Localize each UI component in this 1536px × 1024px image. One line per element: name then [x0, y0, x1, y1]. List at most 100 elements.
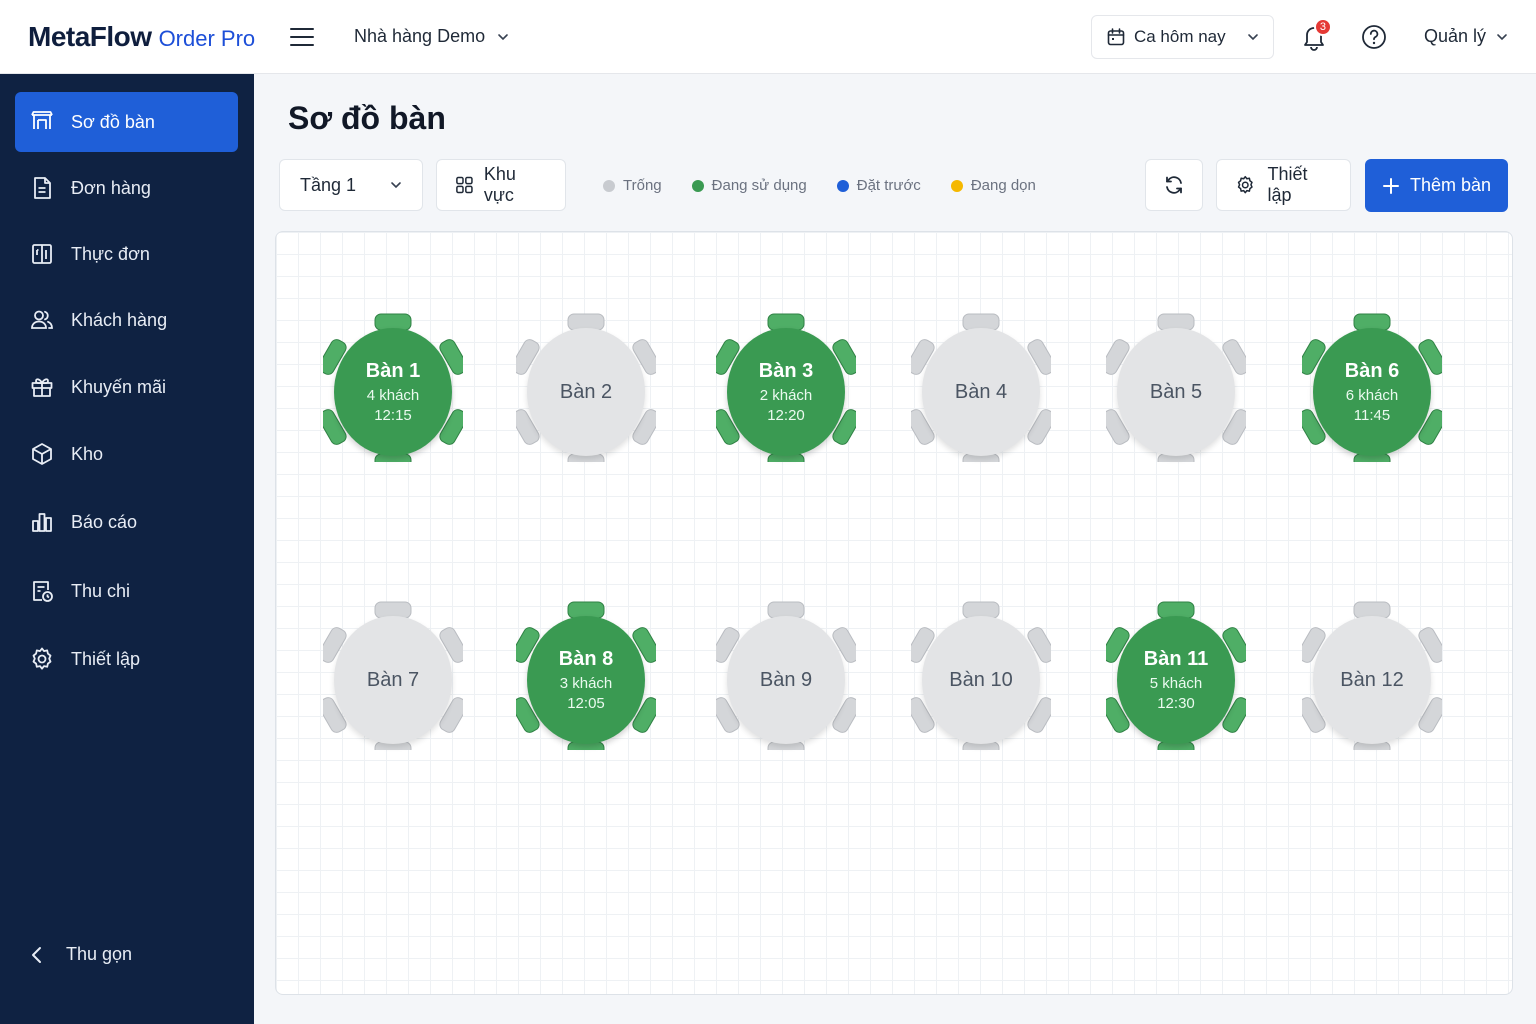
table-10[interactable]: Bàn 10 — [911, 600, 1051, 750]
sidebar-item-label: Kho — [71, 443, 104, 464]
table-9[interactable]: Bàn 9 — [716, 600, 856, 750]
table-name: Bàn 8 — [558, 648, 614, 670]
table-11[interactable]: Bàn 11 5 khách 12:30 — [1106, 600, 1246, 750]
sidebar-item-settings[interactable]: Thiết lập — [15, 629, 238, 689]
table-guests: 4 khách — [366, 387, 420, 404]
table-name: Bàn 4 — [954, 380, 1008, 403]
floor-label: Tầng 1 — [300, 174, 357, 195]
sidebar-item-inventory[interactable]: Kho — [15, 424, 238, 484]
legend-item-cleaning: Đang dọn — [950, 177, 1036, 194]
zone-label: Khu vực — [483, 164, 516, 205]
sidebar-item-label: Sơ đồ bàn — [71, 111, 155, 132]
page-title: Sơ đồ bàn — [288, 100, 446, 136]
table-top: Bàn 6 6 khách 11:45 — [1313, 328, 1431, 456]
users-icon — [31, 310, 53, 329]
table-6[interactable]: Bàn 6 6 khách 11:45 — [1302, 312, 1442, 462]
finance-icon — [33, 581, 53, 602]
plus-icon — [1382, 177, 1399, 194]
table-time: 11:45 — [1353, 407, 1391, 424]
sidebar-item-promotions[interactable]: Khuyến mãi — [15, 357, 238, 417]
sidebar-item-table-map[interactable]: Sơ đồ bàn — [15, 92, 238, 152]
table-8[interactable]: Bàn 8 3 khách 12:05 — [516, 600, 656, 750]
table-time: 12:30 — [1157, 695, 1195, 712]
add-table-label: Thêm bàn — [1409, 175, 1492, 195]
table-top: Bàn 12 — [1313, 616, 1431, 744]
legend-dot — [603, 179, 615, 192]
notifications-button[interactable]: 3 — [1294, 17, 1334, 57]
sidebar-item-reports[interactable]: Báo cáo — [15, 492, 238, 552]
sidebar: Sơ đồ bàn Đơn hàng Thực đơn Khách hàng K… — [0, 74, 254, 1024]
chevron-down-icon — [498, 33, 508, 40]
table-top: Bàn 8 3 khách 12:05 — [527, 616, 645, 744]
floor-select[interactable]: Tầng 1 — [279, 159, 423, 211]
table-time: 12:15 — [374, 407, 412, 424]
table-7[interactable]: Bàn 7 — [323, 600, 463, 750]
sidebar-item-label: Đơn hàng — [71, 177, 151, 198]
legend-item-occupied: Đang sử dụng — [691, 177, 807, 194]
legend-label: Trống — [623, 177, 662, 194]
table-name: Bàn 6 — [1344, 360, 1400, 382]
table-guests: 6 khách — [1345, 387, 1399, 404]
help-button[interactable] — [1354, 17, 1394, 57]
brand-logo[interactable]: MetaFlow Order Pro — [0, 21, 256, 53]
sidebar-item-orders[interactable]: Đơn hàng — [15, 158, 238, 218]
chevron-down-icon — [1497, 33, 1507, 40]
shift-select[interactable]: Ca hôm nay — [1090, 14, 1274, 59]
legend-dot — [691, 179, 704, 192]
table-name: Bàn 10 — [949, 668, 1013, 691]
sidebar-item-finance[interactable]: Thu chi — [15, 561, 238, 621]
table-top: Bàn 4 — [922, 328, 1040, 456]
table-3[interactable]: Bàn 3 2 khách 12:20 — [716, 312, 856, 462]
table-1[interactable]: Bàn 1 4 khách 12:15 — [323, 312, 463, 462]
table-name: Bàn 11 — [1143, 648, 1209, 670]
sidebar-item-label: Khuyến mãi — [71, 376, 167, 397]
refresh-icon — [1166, 176, 1182, 194]
hamburger-icon — [290, 27, 314, 46]
settings-button[interactable]: Thiết lập — [1216, 159, 1351, 211]
legend-label: Đang dọn — [970, 177, 1036, 194]
table-guests: 3 khách — [559, 675, 613, 692]
table-12[interactable]: Bàn 12 — [1302, 600, 1442, 750]
table-4[interactable]: Bàn 4 — [911, 312, 1051, 462]
table-top: Bàn 1 4 khách 12:15 — [334, 328, 452, 456]
sidebar-item-label: Báo cáo — [71, 511, 138, 532]
table-2[interactable]: Bàn 2 — [516, 312, 656, 462]
sidebar-collapse-button[interactable]: Thu gọn — [30, 944, 132, 965]
table-name: Bàn 3 — [758, 360, 814, 382]
table-top: Bàn 11 5 khách 12:30 — [1117, 616, 1235, 744]
table-name: Bàn 7 — [366, 668, 420, 691]
document-icon — [34, 177, 51, 199]
gear-icon — [1237, 175, 1253, 194]
table-icon — [31, 111, 53, 129]
notification-badge: 3 — [1313, 17, 1332, 36]
add-table-button[interactable]: Thêm bàn — [1365, 159, 1508, 212]
table-time: 12:05 — [567, 695, 605, 712]
table-top: Bàn 9 — [727, 616, 845, 744]
table-name: Bàn 9 — [759, 668, 813, 691]
gift-icon — [31, 378, 53, 397]
settings-label: Thiết lập — [1267, 164, 1308, 205]
table-name: Bàn 5 — [1149, 380, 1203, 403]
user-menu[interactable]: Quản lý — [1424, 26, 1508, 47]
calendar-icon — [1107, 27, 1125, 45]
floor-plan-canvas[interactable]: Bàn 14 khách 12:15 Bàn 2 Bàn 32 khách 12:20 B… — [275, 231, 1513, 995]
menu-book-icon — [32, 244, 52, 264]
table-top: Bàn 5 — [1117, 328, 1235, 456]
chevron-down-icon — [391, 182, 401, 189]
refresh-button[interactable] — [1145, 159, 1203, 211]
grid-icon — [456, 176, 473, 194]
table-5[interactable]: Bàn 5 — [1106, 312, 1246, 462]
sidebar-item-menu[interactable]: Thực đơn — [15, 224, 238, 284]
legend-label: Đặt trước — [856, 177, 921, 194]
hamburger-menu-button[interactable] — [280, 15, 324, 59]
chevron-left-icon — [32, 946, 41, 963]
table-guests: 2 khách — [759, 387, 813, 404]
sidebar-item-label: Thu chi — [71, 580, 131, 601]
brand-product: Order Pro — [158, 25, 256, 51]
zone-button[interactable]: Khu vực — [436, 159, 566, 211]
table-guests: 5 khách — [1149, 675, 1203, 692]
legend-item-reserved: Đặt trước — [836, 177, 921, 194]
store-select[interactable]: Nhà hàng Demo — [354, 26, 509, 47]
shift-label: Ca hôm nay — [1133, 26, 1226, 46]
sidebar-item-customers[interactable]: Khách hàng — [15, 290, 238, 350]
